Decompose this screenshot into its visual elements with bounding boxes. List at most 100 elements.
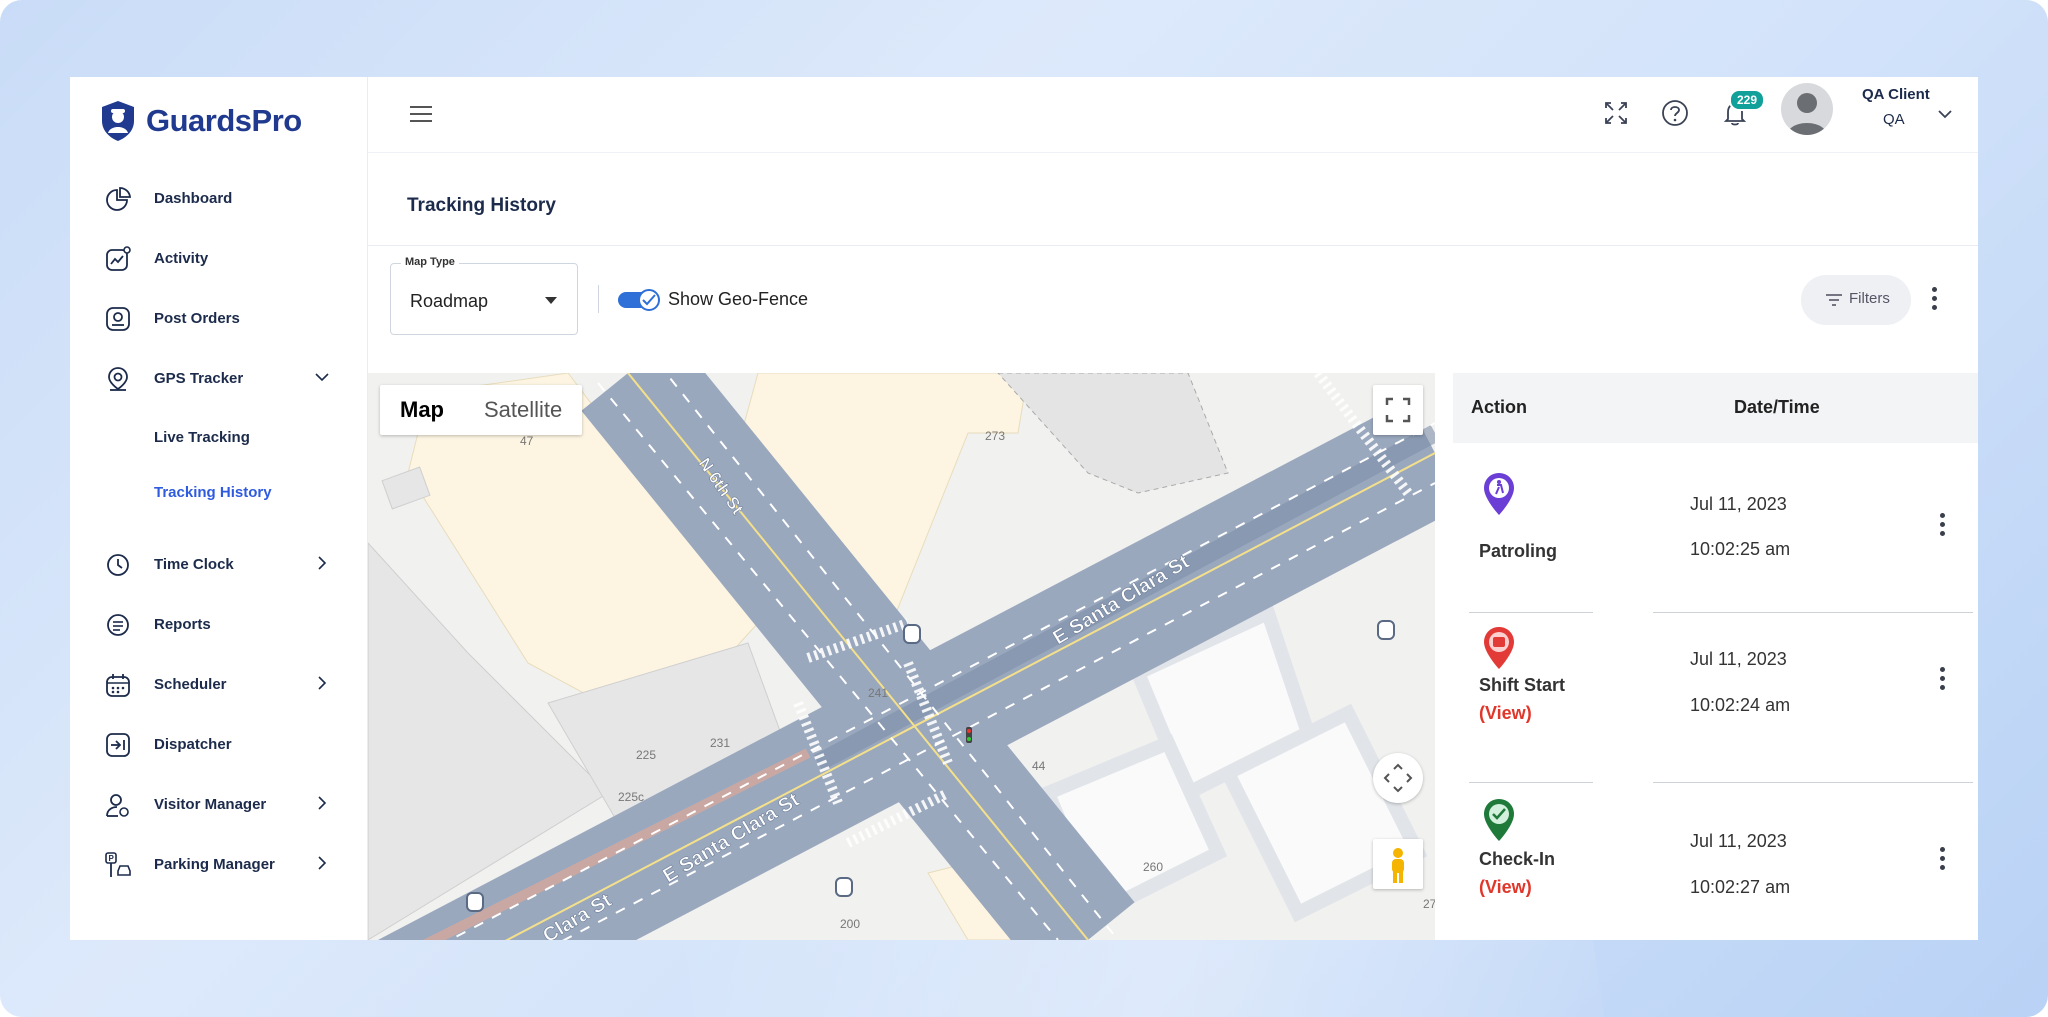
street-map: N 6th St E Santa Clara St E Santa Clara …: [368, 373, 1435, 940]
svg-text:P: P: [109, 854, 115, 863]
check-in-pin-icon: [1484, 799, 1514, 841]
sidebar-item-label: Dispatcher: [154, 735, 232, 753]
divider: [598, 285, 599, 313]
building-number: 200: [840, 917, 860, 931]
building-number: 225: [636, 748, 656, 762]
street-view-pegman[interactable]: [1373, 839, 1423, 889]
map-view[interactable]: N 6th St E Santa Clara St E Santa Clara …: [368, 373, 1435, 940]
map-type-label: Map Type: [401, 256, 459, 268]
caret-down-icon: [545, 297, 557, 304]
geofence-label: Show Geo-Fence: [668, 289, 809, 309]
view-link[interactable]: (View): [1479, 877, 1532, 898]
row-time: 10:02:27 am: [1690, 877, 1791, 897]
sidebar-subitem-live-tracking[interactable]: Live Tracking: [154, 429, 250, 446]
table-row[interactable]: Shift Start (View) Jul 11, 2023 10:02:24…: [1453, 613, 1978, 783]
map-pan-control[interactable]: [1373, 753, 1423, 803]
building-number: 241: [868, 686, 888, 700]
sidebar-subitem-tracking-history[interactable]: Tracking History: [154, 484, 272, 501]
patrol-pin-icon: [1484, 473, 1514, 515]
sidebar-item-label: Time Clock: [154, 555, 234, 573]
app-window: GuardsPro Dashboard Activity Post Orders…: [70, 77, 1978, 940]
action-label: Check-In: [1479, 849, 1556, 869]
row-date: Jul 11, 2023: [1690, 494, 1787, 514]
chevron-down-icon: [315, 373, 329, 382]
reports-icon: [107, 614, 129, 636]
sidebar-item-dispatcher[interactable]: Dispatcher: [70, 721, 368, 767]
user-name: QA Client: [1862, 86, 1930, 103]
pan-arrows-icon: [1383, 763, 1413, 793]
top-bar: 229 QA Client QA: [368, 77, 1978, 153]
row-more-options-icon[interactable]: [1938, 513, 1946, 539]
map-type-select[interactable]: Map Type Roadmap: [390, 256, 578, 335]
table-header: Action Date/Time: [1453, 373, 1978, 443]
building-number: 44: [1032, 759, 1046, 773]
column-header-datetime: Date/Time: [1734, 397, 1820, 417]
sidebar-item-visitor-manager[interactable]: Visitor Manager: [70, 781, 368, 827]
building-number: 27: [1423, 897, 1435, 911]
page-title: Tracking History: [407, 195, 556, 216]
dispatcher-icon: [106, 733, 130, 757]
user-role: QA: [1883, 111, 1905, 128]
geofence-toggle[interactable]: [618, 289, 660, 311]
building-number: 225c: [618, 790, 644, 804]
sidebar-item-post-orders[interactable]: Post Orders: [70, 295, 368, 341]
filters-button[interactable]: Filters: [1801, 275, 1911, 325]
check-icon: [642, 294, 656, 306]
chevron-right-icon: [318, 556, 327, 570]
view-link[interactable]: (View): [1479, 703, 1532, 724]
sidebar-item-label: Parking Manager: [154, 855, 275, 873]
user-silhouette-icon: [1787, 93, 1827, 135]
sidebar-item-gps-tracker[interactable]: GPS Tracker: [70, 355, 368, 401]
tab-map[interactable]: Map: [380, 385, 464, 435]
sidebar-item-dashboard[interactable]: Dashboard: [70, 175, 368, 221]
sidebar-item-label: Reports: [154, 615, 211, 633]
toggle-knob: [638, 289, 660, 311]
calendar-icon: [106, 674, 130, 697]
row-more-options-icon[interactable]: [1938, 847, 1946, 873]
table-row[interactable]: Patroling Jul 11, 2023 10:02:25 am: [1453, 443, 1978, 613]
logo[interactable]: GuardsPro: [98, 99, 302, 143]
sidebar-item-reports[interactable]: Reports: [70, 601, 368, 647]
location-pin-icon: [108, 367, 128, 391]
pie-chart-icon: [106, 187, 131, 211]
sidebar: GuardsPro Dashboard Activity Post Orders…: [70, 77, 368, 940]
avatar[interactable]: [1781, 83, 1833, 135]
chevron-right-icon: [318, 676, 327, 690]
guard-shield-icon: [102, 101, 134, 141]
sidebar-item-time-clock[interactable]: Time Clock: [70, 541, 368, 587]
sidebar-item-label: Scheduler: [154, 675, 227, 693]
divider: [368, 245, 1978, 246]
logo-text: GuardsPro: [146, 103, 302, 138]
chevron-right-icon: [318, 856, 327, 870]
help-icon[interactable]: [1659, 97, 1691, 129]
building-number: 231: [710, 736, 730, 750]
row-more-options-icon[interactable]: [1938, 667, 1946, 693]
background-frame: GuardsPro Dashboard Activity Post Orders…: [0, 0, 2048, 1017]
row-date: Jul 11, 2023: [1690, 831, 1787, 851]
fullscreen-icon[interactable]: [1600, 97, 1632, 129]
fullscreen-icon: [1385, 397, 1411, 423]
tab-satellite[interactable]: Satellite: [464, 385, 582, 435]
more-options-icon[interactable]: [1930, 287, 1938, 313]
map-type-value: Roadmap: [410, 291, 489, 311]
filter-icon: [1826, 294, 1842, 306]
sidebar-item-scheduler[interactable]: Scheduler: [70, 661, 368, 707]
sidebar-item-label: GPS Tracker: [154, 369, 244, 387]
hamburger-menu-icon[interactable]: [408, 101, 434, 127]
history-table: Action Date/Time Patroling Jul 11, 2023 …: [1453, 373, 1978, 940]
sidebar-item-parking-manager[interactable]: P Parking Manager: [70, 841, 368, 887]
map-fullscreen-button[interactable]: [1373, 385, 1423, 435]
pegman-icon: [1392, 848, 1404, 883]
filters-label: Filters: [1849, 290, 1890, 307]
activity-chart-icon: [106, 246, 131, 271]
notification-badge: 229: [1729, 89, 1766, 111]
sidebar-item-label: Dashboard: [154, 189, 233, 207]
sidebar-item-label: Visitor Manager: [154, 795, 267, 813]
action-label: Shift Start: [1479, 675, 1566, 695]
sidebar-item-label: Post Orders: [154, 309, 240, 327]
building-number: 273: [985, 429, 1005, 443]
chevron-down-icon[interactable]: [1936, 105, 1954, 123]
sidebar-item-activity[interactable]: Activity: [70, 235, 368, 281]
clock-icon: [107, 554, 129, 576]
table-row[interactable]: Check-In (View) Jul 11, 2023 10:02:27 am: [1453, 783, 1978, 940]
